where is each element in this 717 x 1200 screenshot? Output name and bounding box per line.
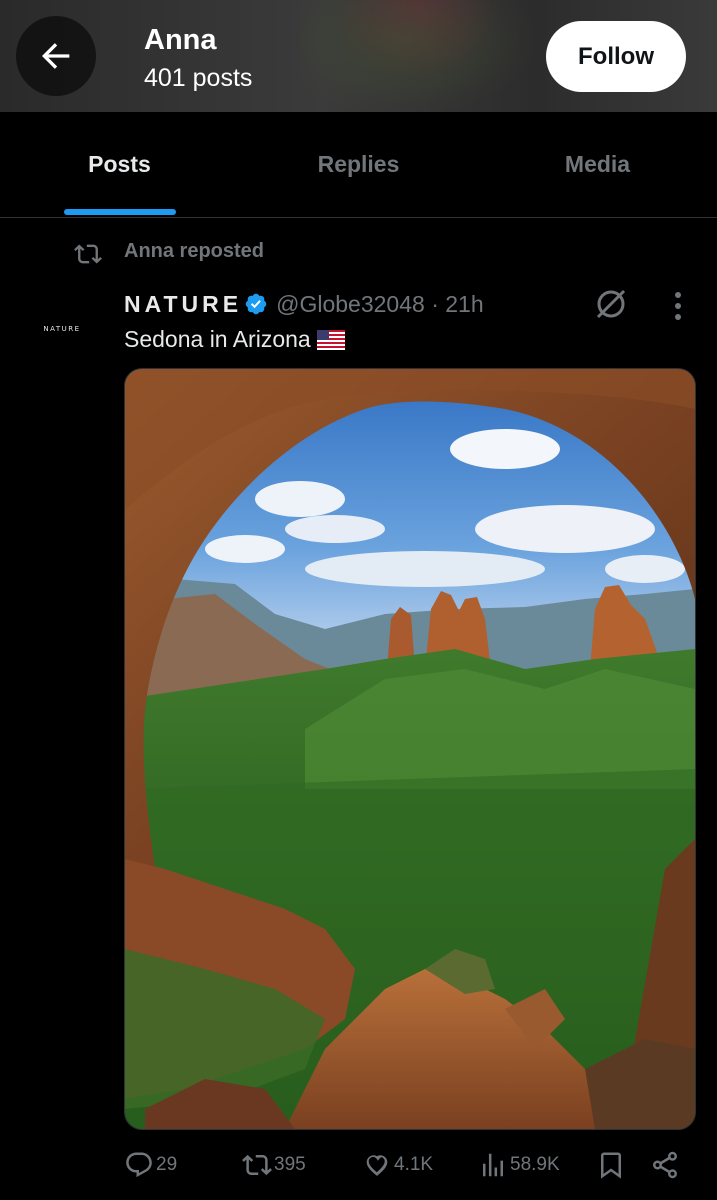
view-count: 58.9K (510, 1154, 560, 1175)
author-name[interactable]: NATURE (124, 291, 242, 318)
repost-label[interactable]: Anna reposted (124, 240, 264, 263)
avatar[interactable]: NATURE (22, 296, 102, 362)
reply-icon (126, 1152, 152, 1178)
like-count: 4.1K (394, 1154, 434, 1175)
verified-badge-icon (245, 293, 267, 315)
more-options-icon[interactable] (668, 290, 688, 322)
arrow-left-icon (42, 43, 70, 69)
repost-button[interactable]: 395 (242, 1140, 306, 1190)
grok-icon[interactable] (593, 286, 629, 322)
post-author-row: NATURE @Globe32048 · 21h (124, 288, 484, 320)
tab-media[interactable]: Media (478, 112, 717, 217)
bookmark-button[interactable] (596, 1140, 628, 1190)
repost-icon (242, 1154, 272, 1176)
bookmark-icon (601, 1152, 621, 1179)
avatar-text: NATURE (43, 325, 81, 333)
handle-and-time[interactable]: @Globe32048 · 21h (276, 291, 484, 318)
post-text: Sedona in Arizona (124, 326, 345, 353)
us-flag-icon (316, 329, 345, 350)
sedona-landscape-image (125, 369, 695, 1129)
post-text-body: Sedona in Arizona (124, 326, 311, 352)
repost-icon (74, 244, 102, 264)
views-button[interactable]: 58.9K (478, 1140, 560, 1190)
post-actions: 29 395 4.1K 58.9K (0, 1140, 717, 1190)
share-icon (653, 1151, 677, 1179)
reply-button[interactable]: 29 (124, 1140, 177, 1190)
repost-count: 395 (274, 1154, 306, 1175)
tab-posts[interactable]: Posts (0, 112, 239, 217)
share-button[interactable] (650, 1140, 682, 1190)
back-button[interactable] (16, 16, 96, 96)
profile-header: Anna 401 posts Follow (0, 0, 717, 112)
post-image[interactable] (124, 368, 696, 1130)
views-chart-icon (483, 1153, 503, 1177)
like-button[interactable]: 4.1K (362, 1140, 433, 1190)
header-banner-image (300, 0, 560, 112)
follow-button[interactable]: Follow (546, 21, 686, 92)
reply-count: 29 (156, 1154, 178, 1175)
profile-name: Anna (144, 24, 217, 56)
post-count: 401 posts (144, 64, 253, 92)
heart-icon (366, 1155, 388, 1176)
active-tab-indicator (64, 209, 176, 215)
profile-tabs: Posts Replies Media (0, 112, 717, 218)
tab-replies[interactable]: Replies (239, 112, 478, 217)
